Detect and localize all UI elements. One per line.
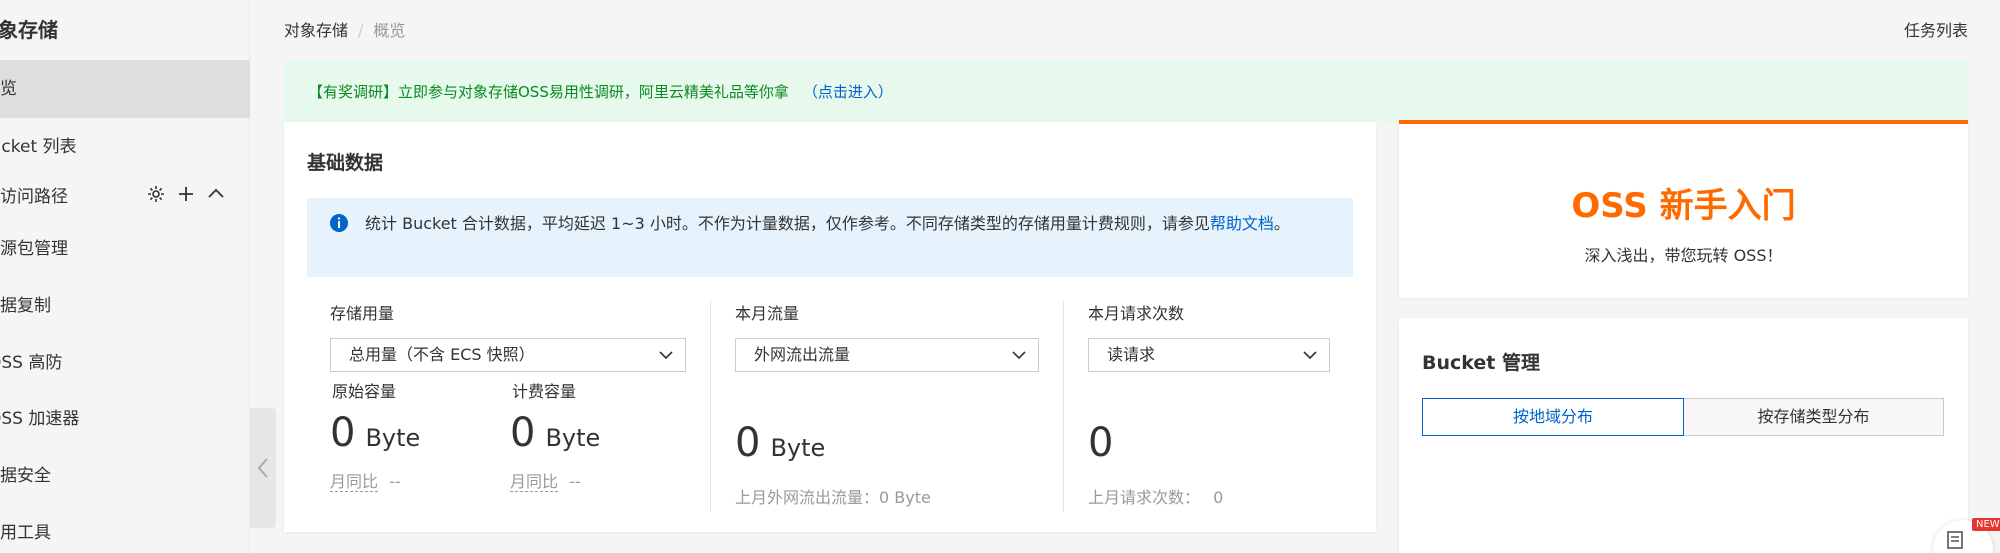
bucket-management-title: Bucket 管理	[1422, 352, 1540, 374]
breadcrumb: 对象存储 / 概览	[284, 17, 405, 41]
breadcrumb-object-storage[interactable]: 对象存储	[284, 21, 348, 40]
chevron-down-icon	[1012, 351, 1026, 360]
select-value: 外网流出流量	[754, 345, 851, 364]
select-value: 读请求	[1107, 345, 1156, 364]
value-unit: Byte	[770, 434, 826, 462]
basic-data-title: 基础数据	[307, 152, 384, 174]
sidebar-item-resource-packages[interactable]: 资源包管理	[0, 220, 250, 278]
new-badge: NEW	[1972, 518, 2000, 531]
info-notice: 统计 Bucket 合计数据，平均延迟 1~3 小时。不作为计量数据，仅作参考。…	[307, 198, 1353, 277]
info-end: 。	[1273, 214, 1290, 233]
yoy-label: 月同比	[330, 472, 379, 492]
breadcrumb-separator: /	[358, 21, 364, 40]
survey-banner: 【有奖调研】立即参与对象存储OSS易用性调研，阿里云精美礼品等你拿 （点击进入）	[284, 60, 1968, 122]
sidebar-title: 对象存储	[0, 18, 58, 42]
plus-icon[interactable]	[176, 184, 196, 204]
chevron-left-icon	[257, 458, 268, 478]
info-icon	[330, 214, 348, 232]
requests-last-month: 上月请求次数： 0	[1088, 484, 1223, 508]
yoy-value: --	[389, 472, 401, 491]
yoy-label: 月同比	[510, 472, 559, 492]
yoy-value: --	[569, 472, 581, 491]
sidebar: 对象存储 概览 Bucket 列表 我的访问路径 资源包管理 数据复制 OSS …	[0, 0, 250, 553]
banner-link[interactable]: （点击进入）	[803, 81, 893, 102]
traffic-section: 本月流量	[735, 300, 799, 324]
column-divider	[710, 300, 711, 512]
value-unit: Byte	[545, 424, 601, 452]
chevron-up-icon[interactable]	[206, 184, 226, 204]
original-yoy: 月同比 --	[330, 468, 401, 492]
tab-by-storage-class[interactable]: 按存储类型分布	[1684, 398, 1944, 436]
sidebar-item-label: OSS 加速器	[0, 409, 80, 429]
banner-text: 【有奖调研】立即参与对象存储OSS易用性调研，阿里云精美礼品等你拿	[308, 82, 789, 101]
billed-capacity-value: 0 Byte	[510, 410, 600, 456]
getting-started-subtitle: 深入浅出，带您玩转 OSS！	[1584, 246, 1783, 265]
value-number: 0	[510, 410, 536, 456]
sidebar-item-data-replication[interactable]: 数据复制	[0, 277, 250, 335]
sidebar-item-tools[interactable]: 常用工具	[0, 504, 250, 553]
sidebar-item-label: Bucket 列表	[0, 137, 77, 157]
value-number: 0	[330, 410, 356, 456]
traffic-value: 0 Byte	[735, 420, 825, 466]
getting-started-card[interactable]: OSS 新手入门 深入浅出，带您玩转 OSS！	[1399, 120, 1968, 298]
sidebar-item-data-security[interactable]: 数据安全	[0, 447, 250, 505]
sidebar-item-label: OSS 高防	[0, 353, 63, 373]
task-list-button[interactable]: 任务列表	[1904, 17, 1968, 41]
chevron-down-icon	[1303, 351, 1317, 360]
bucket-management-card: Bucket 管理 按地域分布 按存储类型分布	[1399, 318, 1968, 553]
info-text: 统计 Bucket 合计数据，平均延迟 1~3 小时。不作为计量数据，仅作参考。…	[365, 214, 1210, 233]
storage-usage-label: 存储用量	[330, 304, 395, 323]
sidebar-item-label: 数据安全	[0, 466, 51, 486]
sidebar-item-label: 概览	[0, 79, 17, 99]
document-icon	[1947, 531, 1963, 549]
sidebar-item-oss-accelerator[interactable]: OSS 加速器	[0, 390, 250, 448]
basic-data-card: 基础数据 统计 Bucket 合计数据，平均延迟 1~3 小时。不作为计量数据，…	[284, 122, 1376, 532]
traffic-select[interactable]: 外网流出流量	[735, 338, 1039, 372]
storage-usage-select[interactable]: 总用量（不含 ECS 快照）	[330, 338, 686, 372]
requests-label: 本月请求次数	[1088, 304, 1185, 323]
sidebar-item-label: 资源包管理	[0, 239, 68, 259]
billed-capacity-label: 计费容量	[512, 382, 577, 401]
column-divider	[1063, 300, 1064, 512]
original-capacity-value: 0 Byte	[330, 410, 420, 456]
requests-select[interactable]: 读请求	[1088, 338, 1330, 372]
last-month-label: 上月请求次数：	[1088, 488, 1201, 507]
tab-by-region[interactable]: 按地域分布	[1422, 398, 1684, 436]
sidebar-item-bucket-list[interactable]: Bucket 列表	[0, 118, 250, 176]
original-capacity-label: 原始容量	[332, 382, 397, 401]
sidebar-item-label: 数据复制	[0, 296, 51, 316]
requests-section: 本月请求次数	[1088, 300, 1184, 324]
traffic-label: 本月流量	[735, 304, 800, 323]
requests-value: 0	[1088, 420, 1114, 466]
sidebar-item-oss-anti-ddos[interactable]: OSS 高防	[0, 334, 250, 392]
traffic-last-month: 上月外网流出流量：0 Byte	[735, 488, 931, 507]
gear-icon[interactable]	[146, 184, 166, 204]
select-value: 总用量（不含 ECS 快照）	[349, 345, 535, 364]
help-doc-link[interactable]: 帮助文档	[1210, 214, 1274, 233]
last-month-value: 0	[1213, 488, 1224, 507]
sidebar-group-access-path[interactable]: 我的访问路径	[0, 182, 250, 212]
billed-yoy: 月同比 --	[510, 468, 581, 492]
getting-started-title: OSS 新手入门	[1571, 186, 1796, 226]
sidebar-group-label: 我的访问路径	[0, 187, 68, 207]
value-number: 0	[735, 420, 761, 466]
sidebar-item-overview[interactable]: 概览	[0, 60, 250, 118]
value-unit: Byte	[365, 424, 421, 452]
chevron-down-icon	[659, 351, 673, 360]
sidebar-item-label: 常用工具	[0, 523, 51, 543]
sidebar-collapse-handle[interactable]	[250, 408, 276, 528]
breadcrumb-current: 概览	[373, 21, 406, 40]
storage-usage-section: 存储用量	[330, 300, 394, 324]
